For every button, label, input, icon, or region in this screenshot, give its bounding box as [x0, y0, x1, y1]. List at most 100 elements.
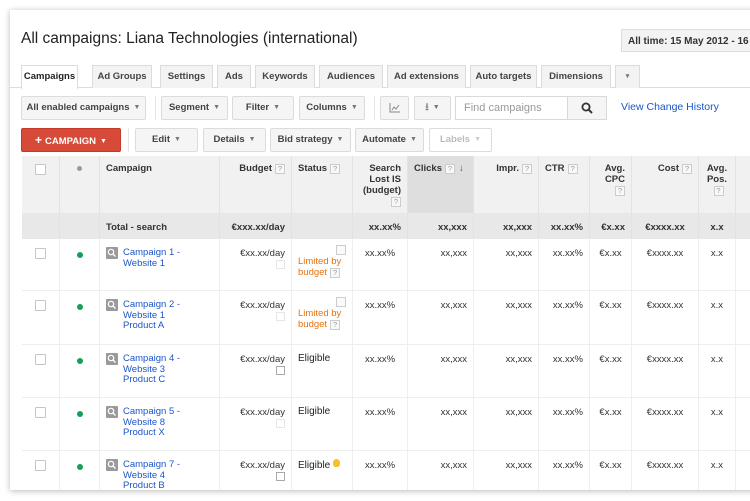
help-icon[interactable]: ? — [330, 320, 341, 330]
campaign-header[interactable]: Campaign — [100, 156, 220, 213]
enabled-status-icon[interactable] — [77, 358, 83, 364]
total-row-dot — [60, 213, 100, 239]
lightbulb-icon[interactable] — [333, 459, 341, 467]
labels-button[interactable]: Labels ▼ — [429, 128, 492, 152]
search-lost-is-cell: xx.xx% — [353, 451, 408, 490]
header-filler — [736, 156, 750, 213]
impressions-header[interactable]: Impr.? — [474, 156, 539, 213]
avg-pos-label-1: Avg. — [706, 163, 728, 174]
enabled-status-icon[interactable] — [77, 411, 83, 417]
help-icon[interactable]: ? — [682, 164, 692, 174]
bar-chart-icon[interactable] — [336, 245, 346, 255]
help-icon[interactable]: ? — [522, 164, 532, 174]
impressions-cell: xx,xxx — [474, 451, 539, 490]
row-select — [22, 345, 60, 398]
clicks-header[interactable]: Clicks? ↓ — [408, 156, 474, 213]
avg-pos-cell: x.x — [699, 239, 736, 291]
help-icon[interactable]: ? — [445, 164, 455, 174]
campaign-name-link[interactable]: Campaign 4 - Website 3 Product C — [123, 353, 180, 386]
row-checkbox[interactable] — [35, 460, 46, 471]
campaign-filter-dropdown[interactable]: All enabled campaigns ▼ — [21, 96, 146, 120]
help-icon[interactable]: ? — [615, 186, 625, 196]
enabled-status-icon[interactable] — [77, 304, 83, 310]
date-range-selector[interactable]: All time: 15 May 2012 - 16 — [621, 29, 750, 52]
clicks-cell: xx,xxx — [408, 398, 474, 451]
clicks-cell: xx,xxx — [408, 239, 474, 291]
avg-pos-header[interactable]: Avg. Pos.? — [699, 156, 736, 213]
budget-trend-icon[interactable] — [276, 312, 285, 321]
avg-cpc-label-1: Avg. — [604, 163, 625, 174]
bid-strategy-button[interactable]: Bid strategy ▼ — [270, 128, 351, 152]
enabled-status-icon[interactable] — [77, 252, 83, 258]
budget-trend-icon[interactable] — [276, 419, 285, 428]
more-tabs-caret-icon[interactable]: ▾ — [615, 65, 640, 88]
tab-auto-targets[interactable]: Auto targets — [470, 65, 537, 88]
view-change-history-link[interactable]: View Change History — [621, 101, 719, 113]
bar-chart-icon[interactable] — [336, 297, 346, 307]
tab-ads[interactable]: Ads — [217, 65, 251, 88]
row-checkbox[interactable] — [35, 354, 46, 365]
tab-campaigns[interactable]: Campaigns — [21, 65, 78, 89]
help-icon[interactable]: ? — [275, 164, 285, 174]
budget-trend-icon[interactable] — [276, 366, 285, 375]
tab-ad-groups[interactable]: Ad Groups — [92, 65, 152, 88]
total-row-label: Total - search — [100, 213, 220, 239]
tab-audiences[interactable]: Audiences — [319, 65, 383, 88]
edit-button[interactable]: Edit ▼ — [135, 128, 198, 152]
details-button[interactable]: Details ▼ — [203, 128, 266, 152]
find-campaigns-input[interactable]: Find campaigns — [455, 96, 568, 120]
status-header-label: Status — [298, 163, 328, 174]
campaign-name-link[interactable]: Campaign 7 - Website 4 Product B — [123, 459, 180, 490]
search-lost-is-header[interactable]: Search Lost IS (budget)? — [353, 156, 408, 213]
clicks-cell: xx,xxx — [408, 451, 474, 490]
budget-value: €xx.xx/day — [240, 300, 285, 311]
search-lost-is-cell: xx.xx% — [353, 345, 408, 398]
budget-trend-icon[interactable] — [276, 472, 285, 481]
row-checkbox[interactable] — [35, 300, 46, 311]
budget-header[interactable]: Budget? — [220, 156, 292, 213]
row-checkbox[interactable] — [35, 407, 46, 418]
campaign-name-link[interactable]: Campaign 2 - Website 1 Product A — [123, 299, 180, 332]
budget-trend-icon[interactable] — [276, 260, 285, 269]
download-button[interactable]: ⭳ ▼ — [414, 96, 451, 120]
help-icon[interactable]: ? — [391, 197, 401, 207]
enabled-status-icon[interactable] — [77, 464, 83, 470]
avg-cpc-header[interactable]: Avg. CPC? — [590, 156, 632, 213]
campaign-name-link[interactable]: Campaign 1 - Website 1 — [123, 247, 180, 269]
segment-button[interactable]: Segment ▼ — [161, 96, 228, 120]
toggle-graph-button[interactable] — [380, 96, 409, 120]
row-select — [22, 451, 60, 490]
impressions-header-label: Impr. — [496, 163, 519, 174]
help-icon[interactable]: ? — [330, 268, 341, 278]
row-checkbox[interactable] — [35, 248, 46, 259]
search-lost-is-label-2: Lost IS — [369, 174, 401, 185]
tab-dimensions[interactable]: Dimensions — [541, 65, 611, 88]
toolbar-divider — [155, 96, 156, 120]
tab-settings[interactable]: Settings — [160, 65, 213, 88]
cost-cell: €xxxx.xx — [632, 291, 699, 345]
toolbar-divider — [128, 128, 129, 152]
budget-header-label: Budget — [239, 163, 272, 174]
download-icon: ⭳ — [425, 102, 429, 113]
search-button[interactable] — [567, 96, 607, 120]
campaign-filter-label: All enabled campaigns — [26, 102, 130, 113]
ctr-header[interactable]: CTR? — [539, 156, 590, 213]
status-text-line2: budget — [298, 319, 328, 330]
automate-button[interactable]: Automate ▼ — [355, 128, 424, 152]
filter-button[interactable]: Filter ▼ — [232, 96, 294, 120]
select-all-checkbox[interactable] — [35, 164, 46, 175]
tab-keywords[interactable]: Keywords — [255, 65, 315, 88]
status-header[interactable]: Status? — [292, 156, 353, 213]
help-icon[interactable]: ? — [330, 164, 341, 174]
help-icon[interactable]: ? — [713, 186, 724, 196]
cost-header[interactable]: Cost? — [632, 156, 699, 213]
tab-ad-extensions[interactable]: Ad extensions — [387, 65, 466, 88]
campaign-name-link[interactable]: Campaign 5 - Website 8 Product X — [123, 406, 180, 439]
row-filler — [736, 345, 750, 398]
add-campaign-button[interactable]: + CAMPAIGN ▼ — [21, 128, 121, 152]
campaign-cell: Campaign 2 - Website 1 Product A — [100, 291, 220, 345]
help-icon[interactable]: ? — [567, 164, 578, 174]
columns-button[interactable]: Columns ▼ — [299, 96, 365, 120]
status-text: Eligible — [298, 353, 331, 364]
avg-pos-cell: x.x — [699, 398, 736, 451]
